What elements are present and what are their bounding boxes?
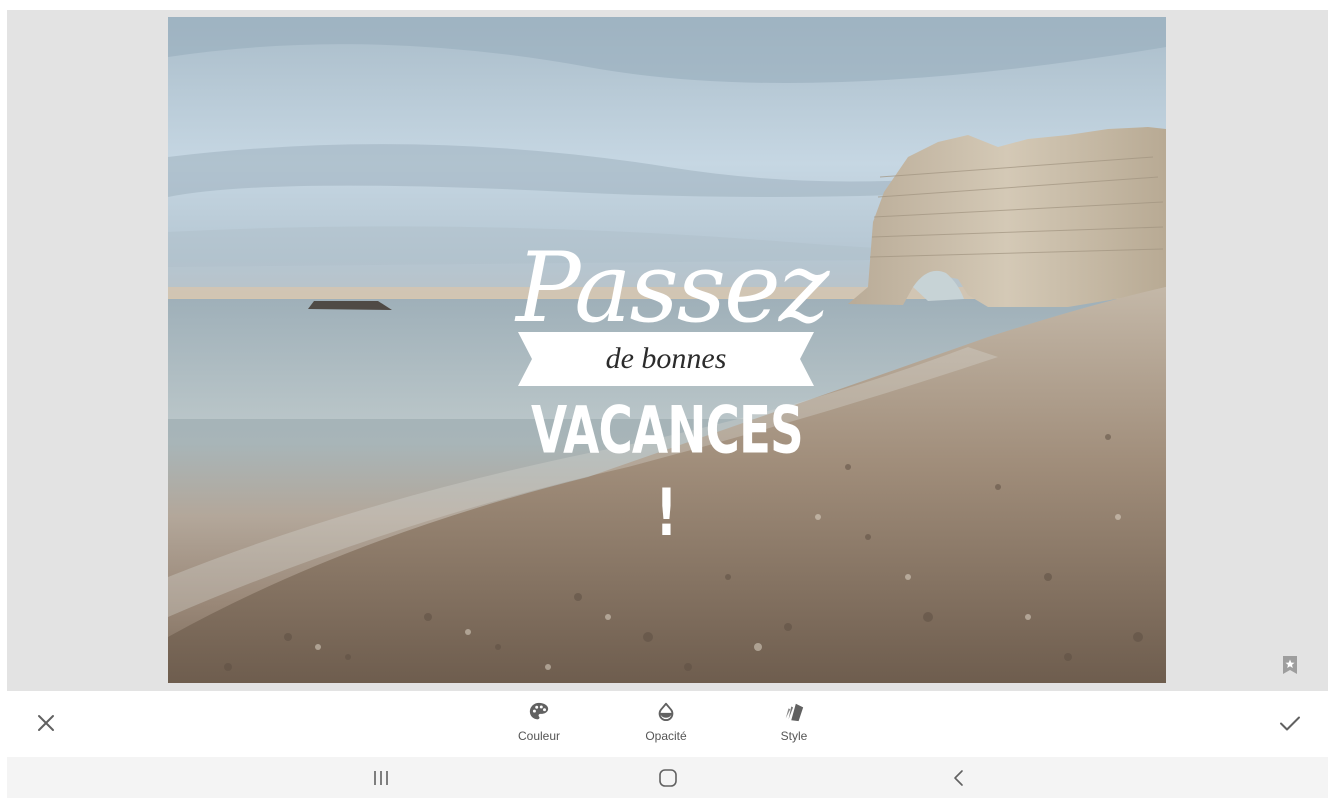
tool-style[interactable]: Style xyxy=(749,699,839,749)
bookmark-star-icon xyxy=(1283,656,1297,674)
recents-icon xyxy=(374,771,388,785)
close-icon xyxy=(38,715,54,731)
system-navigation-bar xyxy=(7,757,1328,798)
overlay-line-de-bonnes: de bonnes xyxy=(605,342,727,375)
home-icon xyxy=(659,769,677,787)
palette-icon xyxy=(529,702,549,720)
checkmark-icon xyxy=(1280,716,1300,731)
tool-couleur[interactable]: Couleur xyxy=(494,699,584,749)
tool-opacite[interactable]: Opacité xyxy=(621,699,711,749)
apply-button[interactable] xyxy=(1274,707,1306,739)
recents-button[interactable] xyxy=(367,765,395,791)
overlay-line-passez: Passez xyxy=(516,232,829,344)
home-button[interactable] xyxy=(654,765,682,791)
back-icon xyxy=(954,770,963,786)
tool-couleur-label: Couleur xyxy=(517,729,561,743)
cancel-button[interactable] xyxy=(30,707,62,739)
bottom-toolbar: Couleur Opacité Style xyxy=(0,691,1335,755)
overlay-line-vacances: VACANCES ! xyxy=(531,393,804,552)
tool-opacite-label: Opacité xyxy=(645,729,687,743)
water-drop-icon xyxy=(658,702,674,721)
bookmark-star-button[interactable] xyxy=(1281,655,1299,675)
text-overlay[interactable]: Passez de bonnes VACANCES ! xyxy=(516,232,829,551)
swatches-icon xyxy=(785,703,804,722)
tool-style-label: Style xyxy=(780,729,808,743)
overlay-ribbon: de bonnes xyxy=(518,332,814,386)
back-button[interactable] xyxy=(945,765,973,791)
